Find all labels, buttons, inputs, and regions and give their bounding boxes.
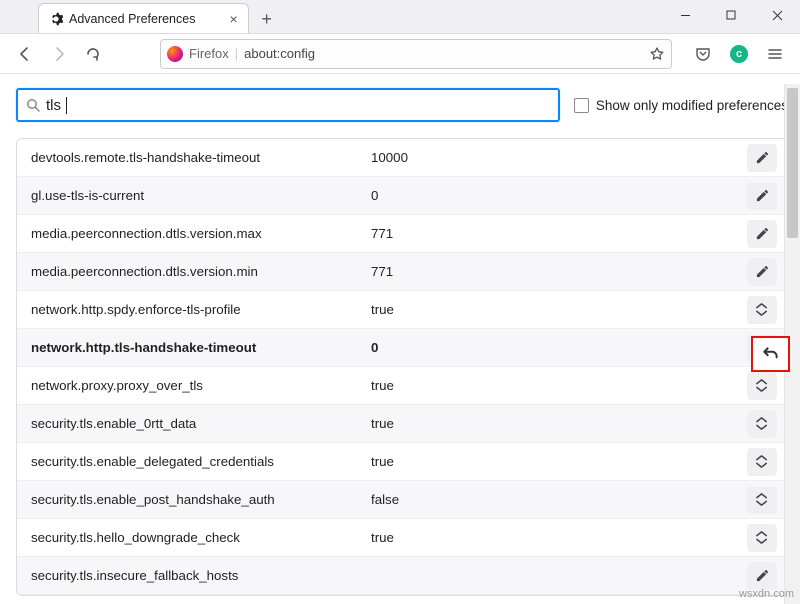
toggle-icon	[755, 302, 770, 317]
toggle-icon	[755, 492, 770, 507]
pencil-icon	[755, 188, 770, 203]
gear-icon	[49, 12, 63, 26]
pref-name: network.http.tls-handshake-timeout	[31, 340, 371, 355]
watermark: wsxdn.com	[739, 588, 794, 600]
pref-value: true	[371, 302, 747, 317]
scrollbar-thumb[interactable]	[787, 88, 798, 238]
toggle-button[interactable]	[747, 296, 777, 324]
pref-row[interactable]: network.http.tls-handshake-timeout0	[17, 329, 787, 367]
pref-row[interactable]: devtools.remote.tls-handshake-timeout100…	[17, 139, 787, 177]
pref-name: network.proxy.proxy_over_tls	[31, 378, 371, 393]
toggle-icon	[755, 530, 770, 545]
browser-tab[interactable]: Advanced Preferences ×	[38, 3, 249, 33]
toggle-icon	[755, 378, 770, 393]
edit-button[interactable]	[747, 258, 777, 286]
close-tab-icon[interactable]: ×	[229, 11, 237, 27]
text-caret	[66, 97, 67, 114]
url-bar[interactable]: Firefox | about:config	[160, 39, 672, 69]
forward-button[interactable]	[44, 39, 74, 69]
firefox-logo-icon	[167, 46, 183, 62]
preferences-list: devtools.remote.tls-handshake-timeout100…	[16, 138, 788, 596]
pref-row[interactable]: security.tls.enable_0rtt_datatrue	[17, 405, 787, 443]
reload-button[interactable]	[78, 39, 108, 69]
url-brand: Firefox	[189, 46, 229, 61]
pref-row[interactable]: network.proxy.proxy_over_tlstrue	[17, 367, 787, 405]
title-bar: Advanced Preferences × +	[0, 0, 800, 34]
toggle-button[interactable]	[747, 372, 777, 400]
toggle-button[interactable]	[747, 486, 777, 514]
reset-button-highlight[interactable]	[751, 336, 790, 372]
pref-name: security.tls.hello_downgrade_check	[31, 530, 371, 545]
edit-button[interactable]	[747, 182, 777, 210]
maximize-button[interactable]	[708, 0, 754, 30]
toggle-button[interactable]	[747, 524, 777, 552]
show-only-modified-text: Show only modified preferences	[596, 98, 788, 113]
pref-name: security.tls.enable_post_handshake_auth	[31, 492, 371, 507]
nav-toolbar: Firefox | about:config c	[0, 34, 800, 74]
pref-search-box[interactable]: tls	[16, 88, 560, 122]
back-button[interactable]	[10, 39, 40, 69]
url-divider: |	[235, 46, 238, 61]
bookmark-star-icon[interactable]	[649, 46, 665, 62]
pref-value: 0	[371, 340, 747, 355]
toggle-icon	[755, 454, 770, 469]
toggle-button[interactable]	[747, 448, 777, 476]
pencil-icon	[755, 568, 770, 583]
pref-row[interactable]: network.http.spdy.enforce-tls-profiletru…	[17, 291, 787, 329]
app-menu-button[interactable]	[760, 39, 790, 69]
pref-value: true	[371, 416, 747, 431]
new-tab-button[interactable]: +	[253, 5, 281, 33]
show-only-modified-label[interactable]: Show only modified preferences	[574, 98, 788, 113]
pencil-icon	[755, 264, 770, 279]
toggle-icon	[755, 416, 770, 431]
pref-row[interactable]: media.peerconnection.dtls.version.max771	[17, 215, 787, 253]
pocket-button[interactable]	[688, 39, 718, 69]
pref-value: 771	[371, 264, 747, 279]
pref-row[interactable]: security.tls.enable_post_handshake_authf…	[17, 481, 787, 519]
extension-badge[interactable]: c	[724, 39, 754, 69]
edit-button[interactable]	[747, 220, 777, 248]
pref-name: media.peerconnection.dtls.version.min	[31, 264, 371, 279]
edit-button[interactable]	[747, 144, 777, 172]
pref-row[interactable]: media.peerconnection.dtls.version.min771	[17, 253, 787, 291]
tab-title: Advanced Preferences	[69, 12, 195, 26]
url-address: about:config	[244, 46, 649, 61]
pref-name: network.http.spdy.enforce-tls-profile	[31, 302, 371, 317]
pref-name: media.peerconnection.dtls.version.max	[31, 226, 371, 241]
search-icon	[26, 98, 40, 112]
pref-row[interactable]: gl.use-tls-is-current0	[17, 177, 787, 215]
pencil-icon	[755, 226, 770, 241]
pref-row[interactable]: security.tls.enable_delegated_credential…	[17, 443, 787, 481]
pref-name: gl.use-tls-is-current	[31, 188, 371, 203]
pref-value: 0	[371, 188, 747, 203]
pref-value: true	[371, 378, 747, 393]
edit-button[interactable]	[747, 562, 777, 590]
pref-row[interactable]: security.tls.hello_downgrade_checktrue	[17, 519, 787, 557]
close-window-button[interactable]	[754, 0, 800, 30]
pref-name: security.tls.enable_0rtt_data	[31, 416, 371, 431]
window-controls	[662, 0, 800, 30]
toggle-button[interactable]	[747, 410, 777, 438]
pref-name: devtools.remote.tls-handshake-timeout	[31, 150, 371, 165]
content-area: tls Show only modified preferences devto…	[0, 74, 800, 604]
pref-value: true	[371, 454, 747, 469]
undo-icon	[762, 345, 780, 363]
pref-name: security.tls.insecure_fallback_hosts	[31, 568, 371, 583]
search-input-value: tls	[46, 97, 61, 114]
pref-value: 771	[371, 226, 747, 241]
pref-name: security.tls.enable_delegated_credential…	[31, 454, 371, 469]
pref-row[interactable]: security.tls.insecure_fallback_hosts	[17, 557, 787, 595]
pref-value: false	[371, 492, 747, 507]
pencil-icon	[755, 150, 770, 165]
pref-value: 10000	[371, 150, 747, 165]
minimize-button[interactable]	[662, 0, 708, 30]
show-only-modified-checkbox[interactable]	[574, 98, 589, 113]
pref-value: true	[371, 530, 747, 545]
